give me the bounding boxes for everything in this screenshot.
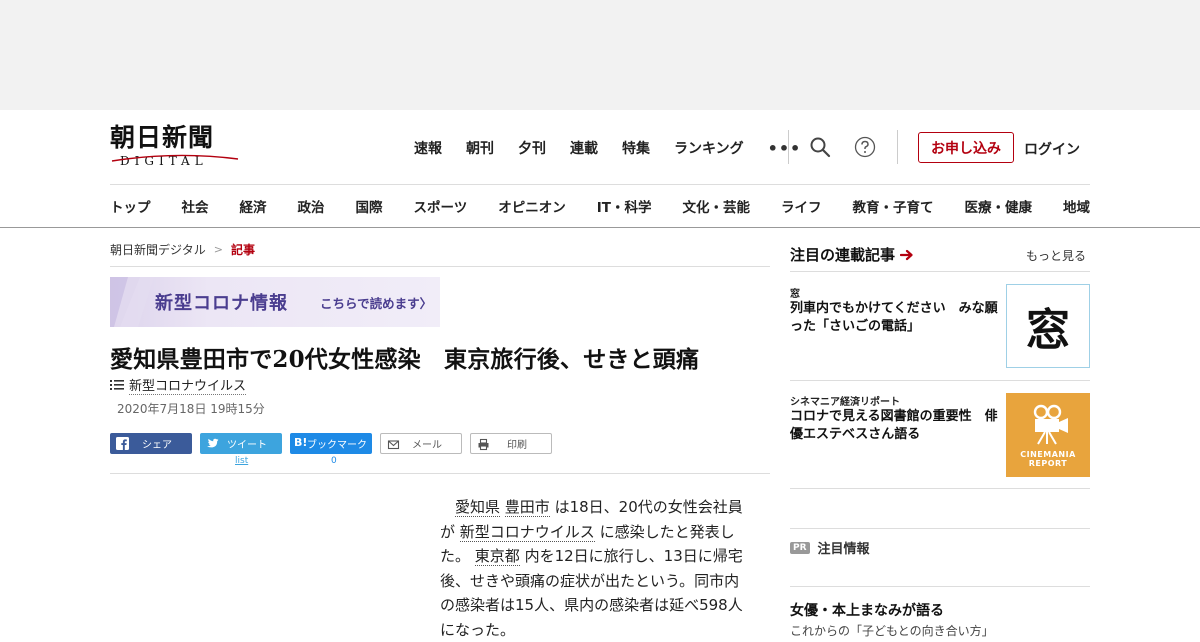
article-body: 愛知県 豊田市 は18日、20代の女性会社員が 新型コロナウイルス に感染したと… [440, 495, 752, 642]
film-camera-icon [1033, 404, 1068, 445]
share-buttons: シェア ツイート B! ブックマーク メール 印刷 [110, 433, 560, 454]
facebook-share-label: シェア [142, 440, 172, 451]
section-health[interactable]: 医療・健康 [964, 196, 1032, 216]
section-navigation: トップ 社会 経済 政治 国際 スポーツ オピニオン IT・科学 文化・芸能 ラ… [110, 196, 1090, 216]
twitter-icon [207, 438, 219, 448]
divider [790, 528, 1090, 529]
banner-cta[interactable]: こちらで読めます〉 [320, 293, 432, 312]
article-thumbnail[interactable]: 窓 [1006, 284, 1090, 368]
asahi-logo[interactable]: 朝日新聞 DIGITAL [110, 124, 242, 170]
nav-features[interactable]: 特集 [622, 138, 650, 158]
hatena-bookmark-button[interactable]: B! ブックマーク [290, 433, 372, 454]
twitter-share-count[interactable]: list [235, 456, 248, 466]
nav-morning-edition[interactable]: 朝刊 [466, 138, 494, 158]
section-culture[interactable]: 文化・芸能 [682, 196, 750, 216]
arrow-right-icon [900, 249, 913, 260]
corona-info-banner[interactable]: 新型コロナ情報 こちらで読めます〉 [110, 277, 440, 327]
divider [110, 184, 1090, 185]
article-title[interactable]: 列車内でもかけてください みな願った「さいごの電話」 [790, 300, 1002, 336]
nav-series[interactable]: 連載 [570, 138, 598, 158]
article-title[interactable]: コロナで見える図書館の重要性 俳優エステベスさん語る [790, 408, 1002, 444]
twitter-share-button[interactable]: ツイート [200, 433, 282, 454]
hatena-bookmark-icon: B! [294, 436, 308, 449]
section-politics[interactable]: 政治 [298, 196, 325, 216]
list-icon [110, 380, 124, 390]
pr-badge: PR [790, 541, 810, 554]
banner-title: 新型コロナ情報 [155, 293, 288, 314]
sidebar-heading-label: 注目の連載記事 [790, 246, 896, 264]
breadcrumb-current: 記事 [230, 243, 255, 257]
keyword-link-tokyo[interactable]: 東京都 [474, 547, 520, 566]
breadcrumb-separator: > [213, 243, 223, 256]
printer-icon [478, 438, 489, 451]
help-icon[interactable] [854, 136, 876, 158]
nav-ranking[interactable]: ランキング [674, 138, 744, 158]
pr-section-header: PR 注目情報 [790, 538, 870, 557]
banner-decoration [110, 277, 154, 327]
print-label: 印刷 [507, 440, 527, 451]
section-life[interactable]: ライフ [781, 196, 822, 216]
thumbnail-glyph: 窓 [1026, 305, 1070, 356]
thumbnail-caption: CINEMANIA [1020, 450, 1076, 459]
advertisement-area [0, 0, 1200, 110]
pr-label: 注目情報 [817, 542, 870, 557]
section-top[interactable]: トップ [110, 196, 151, 216]
keyword-link-toyota[interactable]: 豊田市 [504, 498, 550, 517]
section-region[interactable]: 地域 [1063, 196, 1090, 216]
subscribe-button[interactable]: お申し込み [918, 132, 1014, 163]
section-opinion[interactable]: オピニオン [498, 196, 566, 216]
hatena-share-count[interactable]: 0 [331, 456, 337, 466]
article-headline: 愛知県豊田市で20代女性感染 東京旅行後、せきと頭痛 [110, 346, 700, 373]
keyword-link-covid[interactable]: 新型コロナウイルス [459, 522, 595, 542]
facebook-share-button[interactable]: シェア [110, 433, 192, 454]
breadcrumb-home[interactable]: 朝日新聞デジタル [110, 241, 206, 258]
divider [790, 380, 1090, 381]
section-society[interactable]: 社会 [182, 196, 209, 216]
thumbnail-caption: REPORT [1028, 459, 1068, 468]
site-header: 朝日新聞 DIGITAL 速報 朝刊 夕刊 連載 特集 ランキング ••• お申… [0, 110, 1200, 228]
search-icon[interactable] [809, 136, 831, 158]
article-kicker: 窓 [790, 289, 800, 300]
divider [790, 271, 1090, 272]
twitter-share-label: ツイート [227, 440, 267, 451]
mail-share-button[interactable]: メール [380, 433, 462, 454]
divider [110, 473, 770, 474]
logo-wordmark: 朝日新聞 [110, 123, 215, 152]
divider [788, 130, 789, 164]
more-menu-icon[interactable]: ••• [768, 139, 802, 158]
section-international[interactable]: 国際 [356, 196, 383, 216]
promo-subtitle[interactable]: これからの「子どもとの向き合い方」 [790, 622, 994, 639]
article-thumbnail[interactable]: CINEMANIA REPORT [1006, 393, 1090, 477]
divider [897, 130, 898, 164]
breadcrumb: 朝日新聞デジタル > 記事 [110, 241, 255, 258]
section-it-science[interactable]: IT・科学 [597, 196, 652, 216]
nav-evening-edition[interactable]: 夕刊 [518, 138, 546, 158]
topic-tag: 新型コロナウイルス [110, 375, 247, 395]
mail-icon [387, 440, 400, 450]
logo-swoosh [111, 154, 239, 162]
print-button[interactable]: 印刷 [470, 433, 552, 454]
promo-title[interactable]: 女優・本上まなみが語る [790, 600, 944, 620]
login-link[interactable]: ログイン [1024, 139, 1080, 159]
topic-link[interactable]: 新型コロナウイルス [129, 375, 247, 395]
divider [790, 586, 1090, 587]
keyword-link-aichi[interactable]: 愛知県 [455, 498, 501, 517]
divider [110, 266, 770, 267]
section-education[interactable]: 教育・子育て [852, 196, 933, 216]
divider [790, 488, 1090, 489]
see-more-link[interactable]: もっと見る [1026, 247, 1086, 264]
publish-date: 2020年7月18日 19時15分 [117, 402, 265, 416]
sidebar-heading[interactable]: 注目の連載記事 [790, 244, 914, 265]
mail-share-label: メール [412, 440, 442, 451]
facebook-icon [116, 437, 129, 450]
section-economy[interactable]: 経済 [240, 196, 267, 216]
section-sports[interactable]: スポーツ [414, 196, 468, 216]
nav-breaking[interactable]: 速報 [414, 138, 442, 158]
top-navigation: 速報 朝刊 夕刊 連載 特集 ランキング ••• [414, 138, 801, 158]
article-kicker: シネマニア経済リポート [790, 397, 900, 408]
